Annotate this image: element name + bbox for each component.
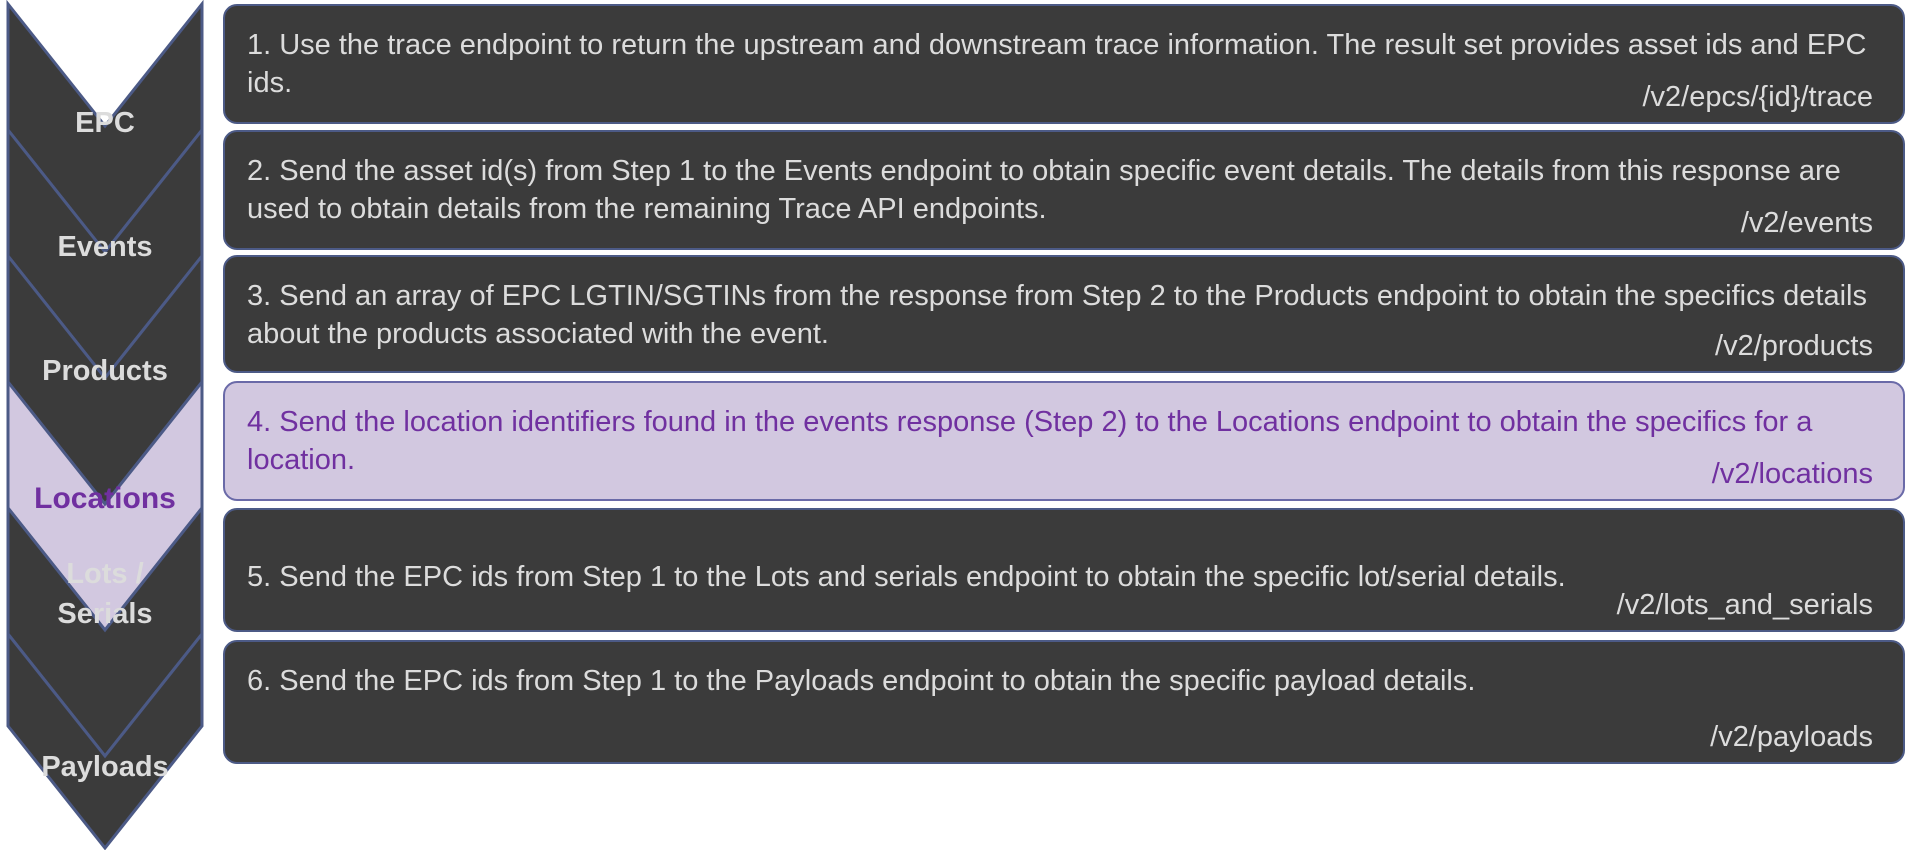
step-5-endpoint: /v2/lots_and_serials [1616,589,1873,621]
step-3-endpoint: /v2/products [1715,330,1873,362]
step-3-box: 3. Send an array of EPC LGTIN/SGTINs fro… [223,255,1905,373]
step-4-description: 4. Send the location identifiers found i… [247,406,1813,476]
stage-label-1: EPC [75,107,135,139]
step-4-box: 4. Send the location identifiers found i… [223,381,1905,501]
step-5-box: 5. Send the EPC ids from Step 1 to the L… [223,508,1905,632]
stage-label-4: Locations [34,482,176,515]
step-6-box: 6. Send the EPC ids from Step 1 to the P… [223,640,1905,764]
step-6-description: 6. Send the EPC ids from Step 1 to the P… [247,665,1476,697]
stage-label-2: Events [57,231,152,263]
step-6-endpoint: /v2/payloads [1710,721,1873,753]
stage-label-3: Products [42,355,168,387]
step-2-description: 2. Send the asset id(s) from Step 1 to t… [247,155,1841,225]
step-2-box: 2. Send the asset id(s) from Step 1 to t… [223,130,1905,250]
stage-chevron-column: EPCEventsProductsLocationsLots / SerialsP… [6,0,204,850]
step-4-endpoint: /v2/locations [1711,458,1873,490]
step-2-endpoint: /v2/events [1740,207,1873,239]
step-1-description: 1. Use the trace endpoint to return the … [247,29,1867,99]
stage-label-6: Payloads [41,751,168,783]
step-3-description: 3. Send an array of EPC LGTIN/SGTINs fro… [247,280,1867,350]
step-1-box: 1. Use the trace endpoint to return the … [223,4,1905,124]
step-1-endpoint: /v2/epcs/{id}/trace [1642,81,1873,113]
